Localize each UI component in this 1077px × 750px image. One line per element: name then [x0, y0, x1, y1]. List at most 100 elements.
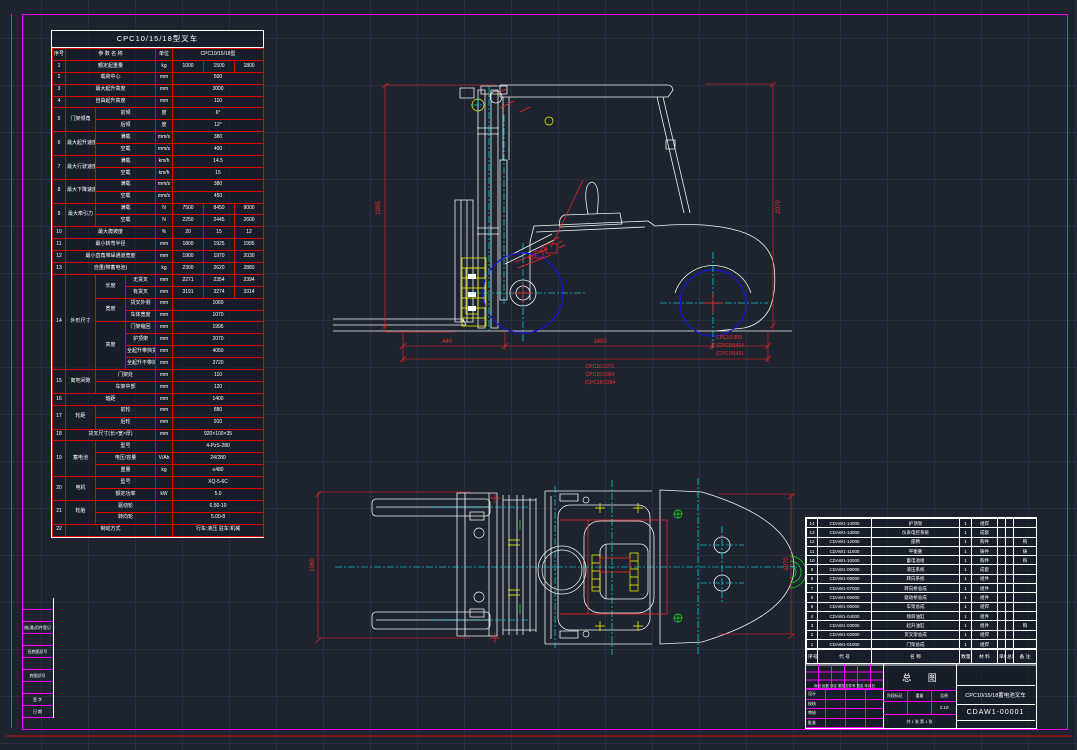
cell: mm	[156, 346, 173, 358]
cell: mm	[156, 334, 173, 346]
cell: kg	[156, 465, 173, 477]
cell: CDAW1-02000	[818, 630, 872, 639]
cell: 型号	[96, 441, 156, 453]
cell	[998, 546, 1006, 555]
cell: 长度	[96, 274, 126, 298]
top-centerlines	[335, 478, 798, 655]
cell: 5.0	[173, 488, 264, 500]
cell: 1	[960, 611, 972, 620]
border-register-table: 借(通)用件登记旧底图总号底图总号签 字日 期	[22, 598, 53, 718]
cell	[1014, 574, 1037, 583]
dim-front-overhang: 440	[442, 339, 453, 345]
cell	[1014, 630, 1037, 639]
cell	[998, 528, 1006, 537]
cell: 1400	[173, 393, 264, 405]
cell: 货叉尺寸(长×宽×厚)	[66, 429, 156, 441]
cell: mm	[156, 358, 173, 370]
cell: 9	[53, 203, 66, 227]
cell: 最小转弯半径	[66, 239, 156, 251]
cell: kW	[156, 488, 173, 500]
cell: 1060	[173, 298, 264, 310]
cell: 门架缩回	[126, 322, 156, 334]
cell: 转向桥总成	[872, 584, 960, 593]
cell: 5	[807, 602, 818, 611]
cell: 起升油缸	[872, 621, 960, 630]
cell: mm/s	[156, 132, 173, 144]
cell: 借(通)用件登记	[22, 622, 53, 634]
cell: %	[156, 227, 173, 239]
cell	[998, 519, 1006, 528]
cell: 10	[807, 556, 818, 565]
cell: 后轮	[96, 417, 156, 429]
cad-sheet: 1995 2070 440 1400 CPC10:359 (CPC15)414 …	[0, 0, 1077, 750]
cell: 1	[960, 565, 972, 574]
cell	[1014, 593, 1037, 602]
cell: 组焊	[972, 639, 998, 648]
cell: 3274	[204, 286, 235, 298]
cell	[1014, 602, 1037, 611]
cell: 额定功率	[96, 488, 156, 500]
cell: 3	[53, 84, 66, 96]
cell	[156, 524, 173, 536]
top-bolt	[474, 528, 484, 538]
cell: 1	[960, 519, 972, 528]
cell: 后倾	[96, 120, 156, 132]
cell: 380	[173, 179, 264, 191]
cell: CDAW1-01000	[818, 639, 872, 648]
cell: 轮距	[66, 405, 96, 429]
cell: CDAW1-06000	[818, 593, 872, 602]
cell: 18	[53, 429, 66, 441]
cell: 组焊	[972, 519, 998, 528]
cell: 2880	[235, 263, 264, 275]
spec-table: CPC10/15/18型叉车 序号参 数 名 称单位CPC10/15/18型1额…	[51, 30, 264, 538]
cell: 14.5	[173, 156, 264, 168]
cell	[1006, 556, 1014, 565]
cell	[1006, 528, 1014, 537]
cell: 24/280	[173, 453, 264, 465]
cell: ≤480	[173, 465, 264, 477]
sig-row-check: 校核	[806, 700, 883, 710]
cell: mm/s	[156, 179, 173, 191]
cell: 12	[235, 227, 264, 239]
cell: XQ-5-6C	[173, 477, 264, 489]
scale-value: 1:10	[932, 702, 956, 714]
cell: 组件	[972, 584, 998, 593]
title-block-change-record: 标记 处数 分区 更改文件号 签名 年月日 设计 校核 审核 批准	[806, 664, 884, 728]
cell: 8	[53, 179, 66, 203]
cell: mm	[156, 298, 173, 310]
cell: 满载	[96, 179, 156, 191]
dim-body-width: 1070	[784, 557, 790, 571]
cell: 成套	[972, 528, 998, 537]
cell	[1014, 565, 1037, 574]
cell: 平衡重	[872, 546, 960, 555]
red-node	[541, 247, 545, 251]
cell: 最大行驶速度	[66, 156, 96, 180]
cell: 最大起升速度	[66, 132, 96, 156]
cell: 组件	[972, 574, 998, 583]
stage-value-row: 1:10	[883, 701, 956, 714]
cell: 11	[53, 239, 66, 251]
cell: 蓄电池	[66, 441, 96, 477]
top-green-details	[520, 510, 806, 622]
cell: 最大起升高度	[66, 84, 156, 96]
cell: 7500	[173, 203, 204, 215]
cell	[1006, 584, 1014, 593]
cell: 轮胎	[66, 500, 96, 524]
cell: mm	[156, 393, 173, 405]
side-dimensions: 1995 2070 440 1400 CPC10:359 (CPC15)414 …	[376, 82, 782, 386]
cell: 铸件	[972, 546, 998, 555]
cell: 购	[1014, 556, 1037, 565]
cell	[1014, 639, 1037, 648]
cell: 1	[960, 556, 972, 565]
cell: 2250	[173, 215, 204, 227]
top-body	[538, 491, 654, 644]
cell	[1006, 611, 1014, 620]
cell	[22, 598, 53, 610]
dim-overall-3: (CPC18)2394	[585, 380, 616, 386]
cell: 8	[807, 574, 818, 583]
cell: 120	[173, 381, 264, 393]
cell	[998, 611, 1006, 620]
cell: mm	[156, 96, 173, 108]
cell: CDAW1-10000	[818, 556, 872, 565]
cell: 空载	[96, 191, 156, 203]
